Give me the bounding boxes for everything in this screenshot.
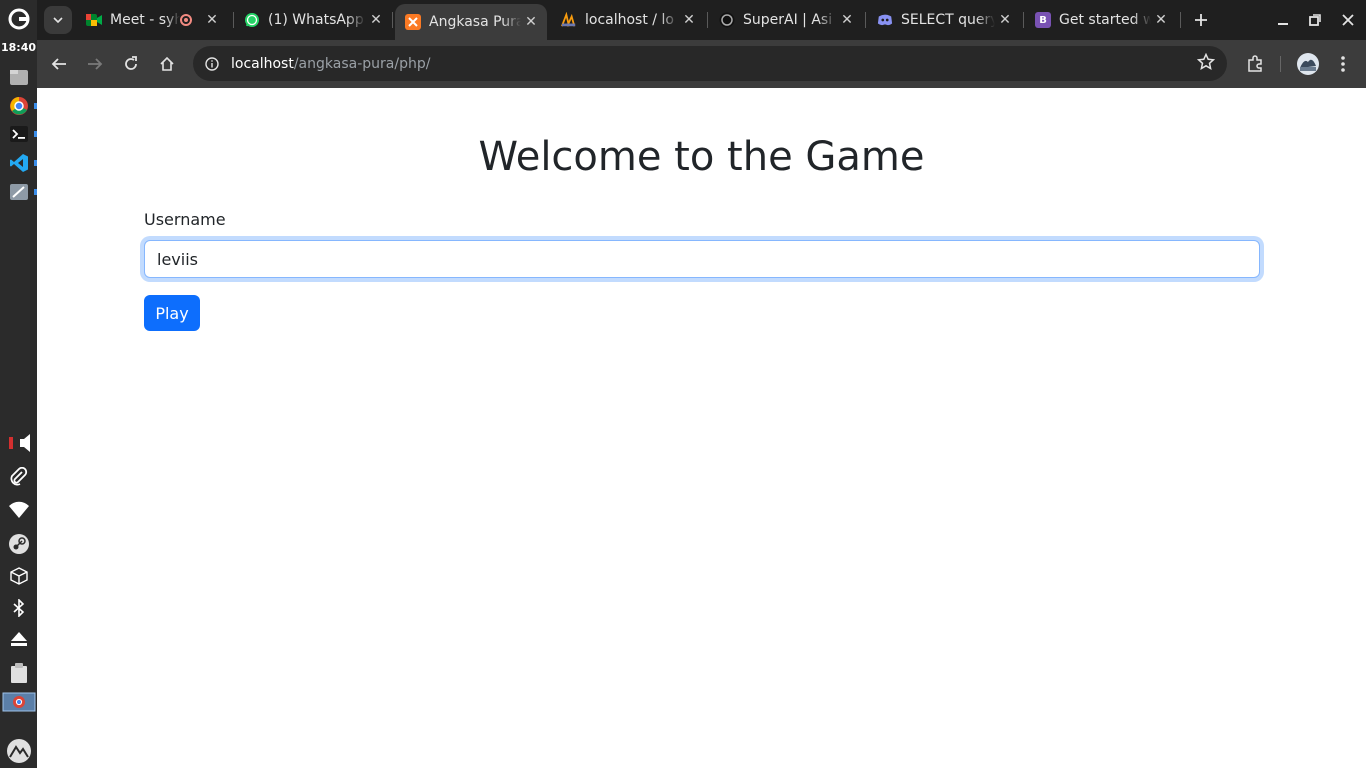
home-icon[interactable] <box>153 50 181 78</box>
xampp-icon <box>405 14 421 30</box>
close-tab-icon[interactable]: ✕ <box>202 12 222 28</box>
chrome-icon[interactable] <box>0 93 37 119</box>
username-label: Username <box>144 210 226 229</box>
new-tab-button[interactable] <box>1189 8 1213 32</box>
system-logo-icon[interactable] <box>0 737 37 765</box>
username-input[interactable] <box>144 240 1260 278</box>
system-dock: 18:40 <box>0 0 37 768</box>
tab-title: (1) WhatsApp <box>268 12 364 28</box>
steam-icon[interactable] <box>0 531 37 557</box>
files-icon[interactable] <box>0 64 37 90</box>
tab-angkasa-pura[interactable]: Angkasa Pura ✕ <box>395 4 547 40</box>
bookmark-star-icon[interactable] <box>1196 52 1216 75</box>
menu-kebab-icon[interactable] <box>1329 50 1357 78</box>
tab-title: Angkasa Pura <box>429 14 521 30</box>
restore-icon[interactable] <box>1303 8 1327 32</box>
phpmyadmin-icon <box>561 12 577 28</box>
volume-icon[interactable] <box>0 431 37 455</box>
tab-phpmyadmin[interactable]: localhost / lo ✕ <box>551 4 705 36</box>
back-arrow-icon[interactable] <box>45 50 73 78</box>
google-meet-icon <box>86 12 102 28</box>
extensions-puzzle-icon[interactable] <box>1241 50 1269 78</box>
tab-title: SELECT query <box>901 12 995 28</box>
wifi-icon[interactable] <box>0 498 37 522</box>
close-tab-icon[interactable]: ✕ <box>1151 12 1171 28</box>
close-tab-icon[interactable]: ✕ <box>521 14 541 30</box>
paperclip-icon[interactable] <box>0 465 37 489</box>
package-icon[interactable] <box>0 564 37 588</box>
bluetooth-icon[interactable] <box>0 597 37 619</box>
tab-meet[interactable]: Meet - syh ✕ <box>76 4 233 36</box>
tab-search-button[interactable] <box>44 6 72 34</box>
url-host: localhost <box>231 55 294 72</box>
eject-icon[interactable] <box>0 628 37 650</box>
web-page: Welcome to the Game Username Play <box>37 88 1366 768</box>
launcher-icon[interactable] <box>0 6 37 32</box>
profile-avatar[interactable] <box>1294 50 1322 78</box>
url-path: /angkasa-pura/php/ <box>293 55 431 72</box>
terminal-icon[interactable] <box>0 121 37 147</box>
page-title: Welcome to the Game <box>478 134 925 180</box>
system-clock: 18:40 <box>0 41 36 54</box>
close-window-icon[interactable] <box>1336 8 1360 32</box>
browser-tab-strip: Meet - syh ✕ (1) WhatsApp ✕ Angkasa Pura… <box>37 0 1366 40</box>
tab-select-query[interactable]: SELECT query ✕ <box>867 4 1021 36</box>
play-button[interactable]: Play <box>144 295 200 331</box>
address-bar[interactable]: localhost/angkasa-pura/php/ <box>193 46 1227 81</box>
bootstrap-icon: B <box>1035 12 1051 28</box>
tab-superai[interactable]: SuperAI | Asi ✕ <box>709 4 863 36</box>
tab-title: localhost / lo <box>585 12 674 28</box>
tab-title: Get started w <box>1059 12 1151 28</box>
clipboard-icon[interactable] <box>0 660 37 686</box>
minimize-icon[interactable] <box>1271 8 1295 32</box>
tab-title: SuperAI | Asi <box>743 12 833 28</box>
forward-arrow-icon[interactable] <box>81 50 109 78</box>
browser-toolbar: localhost/angkasa-pura/php/ <box>37 40 1366 88</box>
tab-bootstrap[interactable]: B Get started w ✕ <box>1025 4 1177 36</box>
discord-icon <box>877 12 893 28</box>
url-text: localhost/angkasa-pura/php/ <box>231 56 430 72</box>
active-window-chrome-icon[interactable] <box>0 691 37 713</box>
close-tab-icon[interactable]: ✕ <box>366 12 386 28</box>
close-tab-icon[interactable]: ✕ <box>837 12 857 28</box>
recording-icon <box>180 14 192 26</box>
site-info-icon[interactable] <box>201 53 223 75</box>
vscode-icon[interactable] <box>0 150 37 176</box>
tab-title: Meet - syh <box>110 12 180 28</box>
reload-icon[interactable] <box>117 50 145 78</box>
whatsapp-icon <box>244 12 260 28</box>
superai-icon <box>719 12 735 28</box>
close-tab-icon[interactable]: ✕ <box>995 12 1015 28</box>
tab-whatsapp[interactable]: (1) WhatsApp ✕ <box>234 4 392 36</box>
editor-app-icon[interactable] <box>0 179 37 205</box>
close-tab-icon[interactable]: ✕ <box>679 12 699 28</box>
